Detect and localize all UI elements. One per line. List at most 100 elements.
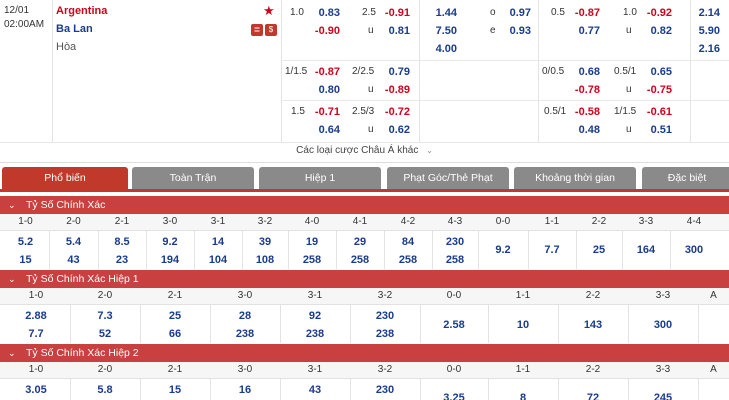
odd-cell[interactable]: 9.2 [146,236,194,248]
odd-cell[interactable]: 14 [194,236,242,248]
odd-cell[interactable]: 245 [628,392,698,400]
h1-hdp-away-odd[interactable]: 0.77 [570,25,600,37]
odd-cell[interactable]: 238 [210,328,280,340]
ou-over-odd-3[interactable]: -0.72 [374,106,410,118]
odd-cell[interactable]: 194 [146,254,194,266]
ou-over-odd[interactable]: -0.91 [380,7,410,19]
h1-hdp-home-odd[interactable]: -0.87 [564,7,600,19]
tab-corners-cards[interactable]: Phạt Góc/Thẻ Phạt [387,167,509,189]
odd-cell[interactable]: 66 [140,328,210,340]
h1-hdp-home-odd-2[interactable]: 0.68 [570,66,600,78]
odd-cell[interactable]: 52 [70,328,140,340]
odd-cell[interactable]: 258 [336,254,384,266]
h1-ou-under-odd-2[interactable]: -0.75 [636,84,672,96]
h1-x12-draw-odd[interactable]: 2.16 [690,43,720,55]
h1-x12-away-odd[interactable]: 5.90 [690,25,720,37]
section-header-correct-score[interactable]: ⌄ Tỷ Số Chính Xác [0,196,729,214]
odd-cell[interactable]: 3.25 [420,392,488,400]
odd-cell[interactable]: 5.2 [2,236,49,248]
h1-x12-home-odd[interactable]: 2.14 [690,7,720,19]
score-label: 0-0 [446,290,462,301]
stats-icon[interactable]: ≣ [251,24,263,36]
odd-cell[interactable]: 19 [288,236,336,248]
odd-cell[interactable]: 72 [558,392,628,400]
oe-odd-odd[interactable]: 0.97 [501,7,531,19]
ou-under-odd[interactable]: 0.81 [380,25,410,37]
x12-home-odd[interactable]: 1.44 [427,7,457,19]
hdp-home-odd-2[interactable]: -0.87 [304,66,340,78]
odd-cell[interactable]: 25 [576,244,622,256]
tab-time-period[interactable]: Khoảng thời gian [514,167,636,189]
away-team[interactable]: Ba Lan [56,23,93,35]
odd-cell[interactable]: 15 [2,254,49,266]
odd-cell[interactable]: 238 [350,328,420,340]
x12-draw-odd[interactable]: 4.00 [427,43,457,55]
hdp-away-odd[interactable]: -0.90 [306,25,340,37]
odd-cell[interactable]: 3.05 [2,384,70,396]
odd-cell[interactable]: 39 [242,236,288,248]
section-header-correct-score-h1[interactable]: ⌄ Tỷ Số Chính Xác Hiệp 1 [0,270,729,288]
odd-cell[interactable]: 2.88 [2,310,70,322]
tab-full-match[interactable]: Toàn Trận [132,167,254,189]
home-team[interactable]: Argentina [56,5,107,17]
ou-under-label: u [368,25,374,36]
odd-cell[interactable]: 230 [350,310,420,322]
odd-cell[interactable]: 230 [350,384,420,396]
odd-cell[interactable]: 143 [558,319,628,331]
h1-ou-over-odd-2[interactable]: 0.65 [642,66,672,78]
tab-first-half[interactable]: Hiệp 1 [259,167,381,189]
odd-cell[interactable]: 29 [336,236,384,248]
oe-even-odd[interactable]: 0.93 [501,25,531,37]
odd-cell[interactable]: 43 [49,254,98,266]
odd-cell[interactable]: 7.7 [2,328,70,340]
h1-ou-over-odd-3[interactable]: -0.61 [636,106,672,118]
section-header-correct-score-h2[interactable]: ⌄ Tỷ Số Chính Xác Hiệp 2 [0,344,729,362]
odd-cell[interactable]: 10 [488,319,558,331]
odd-cell[interactable]: 104 [194,254,242,266]
odd-cell[interactable]: 25 [140,310,210,322]
h1-ou-under-odd[interactable]: 0.82 [642,25,672,37]
odd-cell[interactable]: 258 [288,254,336,266]
odd-cell[interactable]: 258 [384,254,432,266]
hdp-away-odd-2[interactable]: 0.80 [310,84,340,96]
odd-cell[interactable]: 8.5 [98,236,146,248]
odd-cell[interactable]: 7.7 [528,244,576,256]
section-title: Tỷ Số Chính Xác [26,199,106,211]
more-asian-bets-link[interactable]: Các loại cược Châu Á khác ⌄ [0,145,729,156]
hdp-away-odd-3[interactable]: 0.64 [310,124,340,136]
ou-over-odd-2[interactable]: 0.79 [380,66,410,78]
ou-under-odd-2[interactable]: -0.89 [374,84,410,96]
odd-cell[interactable]: 8 [488,392,558,400]
hdp-home-odd-3[interactable]: -0.71 [304,106,340,118]
live-icon[interactable]: $ [265,24,277,36]
ou-under-odd-3[interactable]: 0.62 [380,124,410,136]
odd-cell[interactable]: 258 [432,254,478,266]
odd-cell[interactable]: 92 [280,310,350,322]
h1-ou-under-odd-3[interactable]: 0.51 [642,124,672,136]
hdp-home-odd[interactable]: 0.83 [310,7,340,19]
odd-cell[interactable]: 108 [242,254,288,266]
odd-cell[interactable]: 300 [628,319,698,331]
odd-cell[interactable]: 7.3 [70,310,140,322]
h1-ou-over-odd[interactable]: -0.92 [636,7,672,19]
odd-cell[interactable]: 230 [432,236,478,248]
odd-cell[interactable]: 238 [280,328,350,340]
odd-cell[interactable]: 9.2 [478,244,528,256]
odd-cell[interactable]: 23 [98,254,146,266]
h1-hdp-away-odd-2[interactable]: -0.78 [564,84,600,96]
odd-cell[interactable]: 43 [280,384,350,396]
odd-cell[interactable]: 2.58 [420,319,488,331]
odd-cell[interactable]: 164 [622,244,670,256]
h1-hdp-home-odd-3[interactable]: -0.58 [564,106,600,118]
odd-cell[interactable]: 15 [140,384,210,396]
odd-cell[interactable]: 300 [670,244,718,256]
h1-hdp-away-odd-3[interactable]: 0.48 [570,124,600,136]
favorite-star-icon[interactable]: ★ [263,3,275,19]
odd-cell[interactable]: 5.8 [70,384,140,396]
odd-cell[interactable]: 5.4 [49,236,98,248]
tab-special[interactable]: Đặc biệt [642,167,729,189]
odd-cell[interactable]: 28 [210,310,280,322]
odd-cell[interactable]: 84 [384,236,432,248]
odd-cell[interactable]: 16 [210,384,280,396]
x12-away-odd[interactable]: 7.50 [427,25,457,37]
